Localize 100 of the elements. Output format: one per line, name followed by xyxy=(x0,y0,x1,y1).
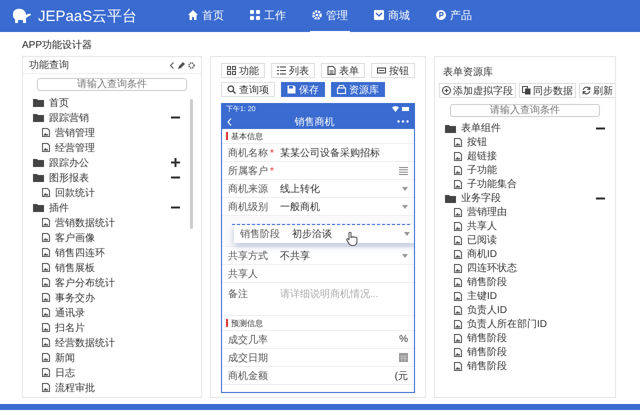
tree-item[interactable]: 销售阶段 xyxy=(467,331,605,345)
folder-icon xyxy=(33,98,44,107)
page-title: APP功能设计器 xyxy=(21,38,94,53)
nav-tab[interactable]: 工作 xyxy=(248,0,288,32)
tree-item[interactable]: 流程审批 xyxy=(55,380,180,394)
field-value[interactable]: 不共享 xyxy=(280,248,402,262)
tree-item[interactable]: 通讯录 xyxy=(55,306,180,320)
document-icon xyxy=(42,128,50,137)
document-icon xyxy=(454,320,462,328)
field-value[interactable]: 某某公司设备采购招标 xyxy=(280,146,408,160)
document-icon xyxy=(42,368,50,377)
tree-item[interactable]: 子功能 xyxy=(467,163,605,177)
action-button[interactable]: 同步数据 xyxy=(519,83,576,98)
search-field[interactable]: 请输入查询条件 xyxy=(37,78,187,91)
document-icon xyxy=(42,383,50,392)
tree-item[interactable]: 共享人 xyxy=(467,219,605,233)
document-icon xyxy=(454,222,462,230)
toolbar-button[interactable]: 保存 xyxy=(281,82,325,97)
folder-icon xyxy=(33,203,44,212)
document-icon xyxy=(454,250,462,258)
expand-icon[interactable] xyxy=(171,158,180,167)
document-icon xyxy=(454,152,462,160)
field-value[interactable]: 线上转化 xyxy=(280,182,402,196)
tree-item[interactable]: 客户画像 xyxy=(55,230,180,244)
elephant-logo-icon xyxy=(10,8,32,24)
dragged-field[interactable]: 销售阶段 初步洽谈 xyxy=(234,225,414,243)
tree-item[interactable]: 回款统计 xyxy=(55,186,180,200)
action-button[interactable]: 刷新 xyxy=(579,83,615,98)
chevron-left-icon[interactable] xyxy=(169,62,175,68)
folder-icon xyxy=(33,113,44,122)
tree-item[interactable]: 销售阶段 xyxy=(467,359,605,373)
back-icon[interactable] xyxy=(227,118,232,126)
tree-item[interactable]: 销售阶段 xyxy=(467,345,605,359)
field-value[interactable]: 一般商机 xyxy=(280,200,402,214)
document-icon xyxy=(42,278,50,287)
field-label: 商机名称 * xyxy=(228,146,275,160)
tree-item[interactable]: 销售四连环 xyxy=(55,246,180,260)
tree-item[interactable]: 日志 xyxy=(55,366,180,380)
folder-icon xyxy=(445,194,456,202)
tree-item[interactable]: 负责人所在部门ID xyxy=(467,317,605,331)
button-icon xyxy=(377,66,386,75)
tree-item[interactable]: 表单组件 xyxy=(461,121,591,135)
document-icon xyxy=(42,308,50,317)
tree-item[interactable]: 营销理由 xyxy=(467,205,605,219)
tree-item[interactable]: 营销管理 xyxy=(55,126,180,140)
tree-item[interactable]: 跟踪办公 xyxy=(49,156,166,170)
copy-icon xyxy=(522,86,531,95)
tree-item[interactable]: 图形报表 xyxy=(49,170,166,184)
gear-icon[interactable] xyxy=(188,62,195,68)
tree-item[interactable]: 超链接 xyxy=(467,149,605,163)
tree-item[interactable]: 负责人ID xyxy=(467,303,605,317)
settings-icon xyxy=(312,10,322,20)
scrollbar[interactable] xyxy=(190,99,193,229)
tree-item[interactable]: 已阅读 xyxy=(467,233,605,247)
caret-icon xyxy=(402,204,408,208)
document-icon xyxy=(454,236,462,244)
list-icon[interactable] xyxy=(399,166,408,174)
tree-item[interactable]: 按钮 xyxy=(467,135,605,149)
tree-item[interactable]: 插件 xyxy=(49,200,166,214)
folder-icon xyxy=(33,158,44,167)
tree-item[interactable]: 首页 xyxy=(49,96,180,110)
more-icon[interactable] xyxy=(397,120,409,123)
tree-item[interactable]: 经营管理 xyxy=(55,140,180,154)
search-field[interactable]: 请输入查询条件 xyxy=(450,104,600,117)
nav-tab[interactable]: 产品 xyxy=(434,0,474,32)
brand-name: JEPaaS云平台 xyxy=(38,6,138,26)
toolbar-button[interactable]: 表单 xyxy=(321,63,365,78)
tree-item[interactable]: 业务字段 xyxy=(461,191,591,205)
tree-item[interactable]: 客户分布统计 xyxy=(55,276,180,290)
tree-item[interactable]: 经营数据统计 xyxy=(55,336,180,350)
document-icon xyxy=(42,248,50,257)
field-label: 销售阶段 xyxy=(240,228,281,241)
toolbar-button[interactable]: 按钮 xyxy=(371,63,415,78)
toolbar-button[interactable]: 功能 xyxy=(221,63,265,78)
action-button[interactable]: 添加虚拟字段 xyxy=(439,83,516,98)
tree-item[interactable]: 营销数据统计 xyxy=(55,216,180,230)
tree-item[interactable]: 主键ID xyxy=(467,289,605,303)
document-icon xyxy=(454,362,462,370)
grid-icon xyxy=(227,66,236,75)
tree-item[interactable]: 销售展板 xyxy=(55,260,180,274)
tree-item[interactable]: 新闻 xyxy=(55,350,180,364)
tree-item[interactable]: 跟踪营销 xyxy=(49,110,166,124)
toolbar-button[interactable]: 列表 xyxy=(271,63,315,78)
tree-item[interactable]: 扫名片 xyxy=(55,320,180,334)
toolbar-button[interactable]: 资源库 xyxy=(331,82,385,97)
document-icon xyxy=(42,143,50,152)
tree-item[interactable]: 商机ID xyxy=(467,247,605,261)
tree-item[interactable]: 子功能集合 xyxy=(467,177,605,191)
nav-tab[interactable]: 首页 xyxy=(186,0,226,32)
document-icon xyxy=(454,264,462,272)
toolbar-button[interactable]: 查询项 xyxy=(221,82,275,97)
document-icon xyxy=(454,278,462,286)
nav-tab[interactable]: 商城 xyxy=(372,0,412,32)
tree-item[interactable]: 事务交办 xyxy=(55,290,180,304)
pencil-icon[interactable] xyxy=(178,62,185,68)
tree-item[interactable]: 四连环状态 xyxy=(467,261,605,275)
field-value[interactable]: 初步洽谈 xyxy=(292,227,404,241)
tree-item[interactable]: 销售阶段 xyxy=(467,275,605,289)
nav-tab[interactable]: 管理 xyxy=(310,0,350,32)
field-label: 商机级别 xyxy=(228,200,269,214)
